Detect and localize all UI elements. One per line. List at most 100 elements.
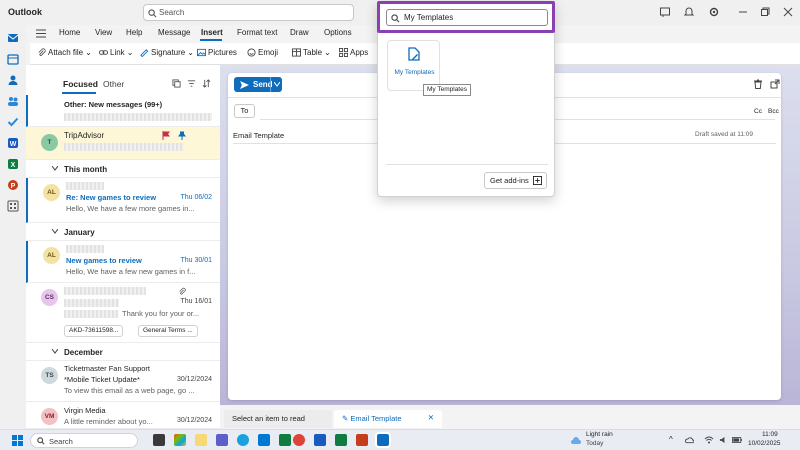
search-icon <box>148 9 157 18</box>
list-item-tripadvisor[interactable]: T TripAdvisor <box>26 127 220 160</box>
close-icon[interactable]: ✕ <box>428 413 434 422</box>
section-january[interactable]: January <box>26 223 220 241</box>
calendar-icon[interactable] <box>7 53 19 65</box>
list-item[interactable]: AL New games to review Thu 30/01 Hello, … <box>26 241 220 283</box>
pictures-button[interactable]: Pictures <box>197 48 237 57</box>
section-this-month[interactable]: This month <box>26 160 220 178</box>
list-item[interactable]: TS Ticketmaster Fan Support *Mobile Tick… <box>26 361 220 402</box>
filter-icon[interactable] <box>187 79 196 88</box>
cc-button[interactable]: Cc <box>754 108 762 115</box>
excel-taskbar-icon[interactable] <box>335 434 347 446</box>
table-label: Table <box>303 48 323 57</box>
people-icon[interactable] <box>7 74 19 86</box>
file-explorer-icon[interactable] <box>195 434 207 446</box>
apps-button[interactable]: Apps <box>339 48 368 57</box>
tab-focused[interactable]: Focused <box>63 79 98 89</box>
blurred-text <box>64 113 212 121</box>
tab-help[interactable]: Help <box>126 28 142 37</box>
close-icon[interactable] <box>782 6 794 18</box>
section-december[interactable]: December <box>26 343 220 361</box>
powerpoint-icon[interactable]: P <box>7 179 19 191</box>
chrome-icon[interactable] <box>293 434 305 446</box>
search-input[interactable]: Search <box>143 4 354 21</box>
volume-icon[interactable] <box>719 436 728 444</box>
taskbar-search[interactable]: Search <box>30 433 138 448</box>
edge-icon[interactable] <box>237 434 249 446</box>
sender-name: Ticketmaster Fan Support <box>64 364 151 373</box>
emoji-button[interactable]: Emoji <box>247 48 278 57</box>
teams-icon[interactable] <box>216 434 228 446</box>
list-item-other-banner[interactable]: Other: New messages (99+) <box>26 95 220 127</box>
excel-icon[interactable]: X <box>7 158 19 170</box>
word-icon[interactable]: W <box>7 137 19 149</box>
link-button[interactable]: Link ⌄ <box>99 48 133 57</box>
sort-icon[interactable] <box>202 79 211 88</box>
tab-draw[interactable]: Draw <box>290 28 309 37</box>
link-icon <box>99 50 108 55</box>
tab-home[interactable]: Home <box>59 28 80 37</box>
chevron-down-icon: ⌄ <box>85 48 92 57</box>
tab-draft[interactable]: ✎ Email Template ✕ <box>334 410 442 428</box>
select-icon[interactable] <box>172 79 181 88</box>
word-taskbar-icon[interactable] <box>314 434 326 446</box>
popout-icon[interactable] <box>770 79 780 89</box>
signature-button[interactable]: Signature ⌄ <box>140 48 194 57</box>
delete-icon[interactable] <box>753 79 763 89</box>
attachment-chip[interactable]: AKD-73611598... <box>64 325 124 337</box>
feedback-icon[interactable] <box>659 6 671 18</box>
copilot-icon[interactable] <box>174 434 186 446</box>
windows-start-icon[interactable] <box>12 435 23 446</box>
minimize-icon[interactable] <box>737 6 749 18</box>
weather-sub: Today <box>586 440 604 447</box>
subject-field[interactable]: Email Template <box>233 131 284 140</box>
to-button[interactable]: To <box>234 104 255 118</box>
bell-icon[interactable] <box>683 6 695 18</box>
gear-icon[interactable] <box>708 6 720 18</box>
chevron-down-icon: ⌄ <box>187 48 194 57</box>
tab-options[interactable]: Options <box>324 28 352 37</box>
attachment-chip[interactable]: General Terms ... <box>138 325 198 337</box>
list-item[interactable]: VM Virgin Media 30/12/2024 A little remi… <box>26 402 220 429</box>
highlight-box <box>377 1 555 33</box>
powerpoint-taskbar-icon[interactable] <box>356 434 368 446</box>
clock-time[interactable]: 11:09 <box>762 431 778 438</box>
tray-overflow-icon[interactable]: ^ <box>669 435 673 444</box>
todo-icon[interactable] <box>7 116 19 128</box>
section-label: This month <box>64 165 108 174</box>
mail-icon[interactable] <box>7 32 19 44</box>
weather-rain-icon[interactable] <box>570 434 582 446</box>
paperclip-icon <box>38 48 46 56</box>
attach-file-button[interactable]: Attach file ⌄ <box>37 48 92 57</box>
tab-insert[interactable]: Insert <box>201 28 223 37</box>
get-add-ins-button[interactable]: Get add-ins <box>484 172 547 189</box>
store-icon[interactable] <box>258 434 270 446</box>
list-item[interactable]: CS Thu 16/01 Thank you for your or... AK… <box>26 283 220 343</box>
sender-name: Virgin Media <box>64 406 106 415</box>
blurred-text <box>66 182 104 190</box>
tab-message[interactable]: Message <box>158 28 190 37</box>
groups-icon[interactable] <box>7 95 19 107</box>
clock-date[interactable]: 10/02/2025 <box>748 440 781 447</box>
mail-date: Thu 30/01 <box>180 257 212 264</box>
cloud-icon[interactable] <box>685 436 694 444</box>
pin-icon[interactable] <box>178 131 186 140</box>
more-apps-icon[interactable] <box>7 200 19 212</box>
battery-icon[interactable] <box>732 436 742 444</box>
send-button[interactable]: Send <box>234 77 282 92</box>
chevron-down-icon[interactable] <box>274 82 280 87</box>
outlook-taskbar-icon[interactable] <box>375 432 391 448</box>
restore-icon[interactable] <box>759 6 771 18</box>
tab-view[interactable]: View <box>95 28 112 37</box>
tab-reading-pane[interactable]: Select an item to read <box>224 410 332 428</box>
bcc-button[interactable]: Bcc <box>768 108 779 115</box>
tab-format-text[interactable]: Format text <box>237 28 277 37</box>
flag-icon[interactable] <box>162 131 170 140</box>
chevron-down-icon <box>52 229 58 234</box>
tab-other[interactable]: Other <box>103 79 124 89</box>
table-icon <box>292 48 301 57</box>
photos-icon[interactable] <box>279 434 291 446</box>
task-view-icon[interactable] <box>153 434 165 446</box>
table-button[interactable]: Table ⌄ <box>292 48 331 57</box>
list-item[interactable]: AL Re: New games to review Thu 06/02 Hel… <box>26 178 220 223</box>
wifi-icon[interactable] <box>704 436 714 444</box>
